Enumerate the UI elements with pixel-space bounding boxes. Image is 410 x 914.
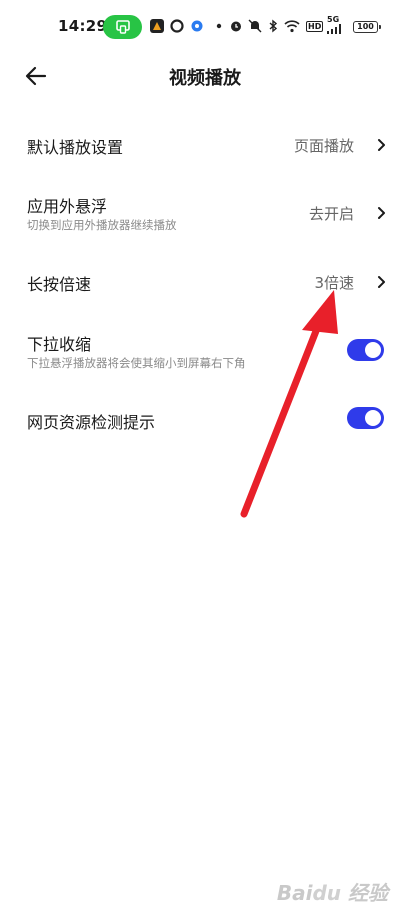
network-type-label: 5G bbox=[327, 15, 340, 24]
setting-title: 应用外悬浮 bbox=[27, 197, 108, 216]
app-blue-icon bbox=[191, 20, 203, 32]
alarm-icon bbox=[231, 21, 241, 32]
screen-cast-indicator[interactable] bbox=[103, 15, 142, 39]
resource-detection-toggle[interactable] bbox=[347, 407, 384, 429]
status-bar: 14:29 HD 5G 100 bbox=[0, 0, 410, 52]
app-notification-icon bbox=[150, 19, 164, 33]
setting-row-long-press-speed[interactable]: 长按倍速 3倍速 bbox=[0, 252, 410, 310]
pull-down-shrink-toggle[interactable] bbox=[347, 339, 384, 361]
bluetooth-icon bbox=[269, 19, 278, 33]
setting-title: 下拉收缩 bbox=[27, 335, 92, 354]
toggle-knob bbox=[365, 342, 381, 358]
toggle-knob bbox=[365, 410, 381, 426]
mute-bell-icon bbox=[248, 19, 262, 33]
chevron-right-icon bbox=[378, 276, 385, 288]
screen-cast-icon bbox=[115, 20, 130, 34]
app-circle-icon bbox=[170, 19, 184, 33]
wifi-icon bbox=[284, 20, 300, 33]
chevron-right-icon bbox=[378, 139, 385, 151]
setting-title: 默认播放设置 bbox=[27, 138, 124, 157]
setting-value: 页面播放 bbox=[293, 137, 354, 155]
hd-voice-indicator: HD bbox=[306, 21, 324, 32]
battery-indicator: 100 bbox=[353, 21, 381, 33]
setting-title: 长按倍速 bbox=[27, 275, 92, 294]
status-time: 14:29 bbox=[58, 17, 108, 35]
setting-row-resource-detection: 网页资源检测提示 bbox=[0, 390, 410, 448]
signal-strength-icon bbox=[327, 24, 341, 34]
baidu-watermark-logo: Baidu 经验 bbox=[276, 881, 388, 905]
setting-subtitle: 切换到应用外播放器继续播放 bbox=[27, 218, 177, 232]
setting-row-floating-player[interactable]: 应用外悬浮 切换到应用外播放器继续播放 去开启 bbox=[0, 180, 410, 242]
top-app-bar: 视频播放 bbox=[0, 52, 410, 100]
setting-row-default-play[interactable]: 默认播放设置 页面播放 bbox=[0, 114, 410, 172]
setting-title: 网页资源检测提示 bbox=[27, 413, 156, 432]
setting-row-pull-down-shrink: 下拉收缩 下拉悬浮播放器将会使其缩小到屏幕右下角 bbox=[0, 318, 410, 380]
setting-subtitle: 下拉悬浮播放器将会使其缩小到屏幕右下角 bbox=[27, 356, 246, 370]
page-title: 视频播放 bbox=[169, 68, 241, 89]
chevron-right-icon bbox=[378, 207, 385, 219]
setting-value: 3倍速 bbox=[314, 274, 354, 292]
setting-value: 去开启 bbox=[308, 205, 354, 223]
more-notifications-dot-icon bbox=[216, 23, 222, 29]
